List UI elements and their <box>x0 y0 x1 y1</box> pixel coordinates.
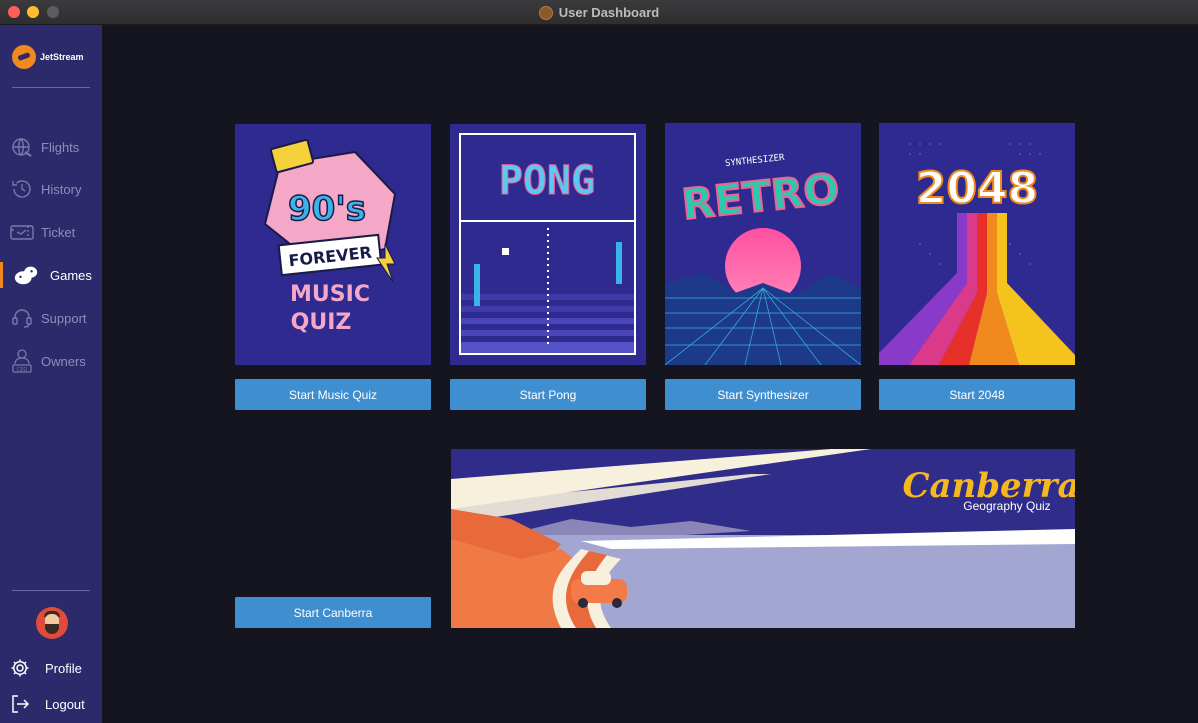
start-canberra-button[interactable]: Start Canberra <box>235 597 431 628</box>
music-quiz-card[interactable]: 90's FOREVER MUSIC QUIZ <box>235 124 431 365</box>
music-quiz-line1: MUSIC <box>290 282 370 307</box>
gamepad-icon <box>13 262 39 288</box>
sidebar-item-games[interactable]: Games <box>0 260 102 290</box>
ticket-icon <box>9 219 35 245</box>
start-music-quiz-button[interactable]: Start Music Quiz <box>235 379 431 410</box>
sidebar-item-ticket[interactable]: Ticket <box>0 217 102 247</box>
sidebar-item-flights[interactable]: Flights <box>0 132 102 162</box>
game-2048-title: 2048 <box>916 163 1038 214</box>
sidebar-item-label: Games <box>50 267 92 283</box>
sidebar: JetStream Flights History Ticket Games S… <box>0 25 102 723</box>
sidebar-divider-top <box>12 87 90 88</box>
synthesizer-card[interactable]: SYNTHESIZER RETRO <box>665 123 861 365</box>
logout-icon <box>10 694 30 714</box>
brand-name: JetStream <box>40 52 84 62</box>
game-2048-card[interactable]: 2048 <box>879 123 1075 365</box>
canberra-subtitle: Geography Quiz <box>963 499 1050 513</box>
sidebar-item-label: Owners <box>41 353 86 369</box>
logout-label: Logout <box>45 696 85 712</box>
start-2048-button[interactable]: Start 2048 <box>879 379 1075 410</box>
jetstream-logo-icon <box>12 45 36 69</box>
profile-button[interactable]: Profile <box>0 655 102 681</box>
svg-text:CEO: CEO <box>17 367 28 373</box>
sidebar-item-label: Flights <box>41 139 80 155</box>
sidebar-item-label: Support <box>41 310 87 326</box>
sidebar-item-support[interactable]: Support <box>0 303 102 333</box>
sidebar-item-owners[interactable]: CEO Owners <box>0 346 102 376</box>
gear-icon <box>10 658 30 678</box>
clock-history-icon <box>9 176 35 202</box>
sidebar-item-label: Ticket <box>41 224 76 240</box>
sidebar-item-label: History <box>41 181 82 197</box>
window-title: User Dashboard <box>558 5 660 20</box>
ceo-icon: CEO <box>9 348 35 374</box>
sidebar-item-history[interactable]: History <box>0 174 102 204</box>
user-avatar[interactable] <box>36 607 68 639</box>
app-window: User Dashboard JetStream Flights History… <box>0 0 1198 723</box>
brand-logo[interactable]: JetStream <box>12 45 84 69</box>
logout-button[interactable]: Logout <box>0 691 102 717</box>
pong-card[interactable]: PONG <box>450 124 646 365</box>
headset-icon <box>9 305 35 331</box>
sidebar-divider-bottom <box>12 590 90 591</box>
music-quiz-line2: QUIZ <box>291 310 352 335</box>
start-pong-button[interactable]: Start Pong <box>450 379 646 410</box>
active-indicator <box>0 262 3 288</box>
title-bar: User Dashboard <box>0 0 1198 25</box>
pong-title: PONG <box>499 158 595 204</box>
globe-plane-icon <box>9 134 35 160</box>
start-synthesizer-button[interactable]: Start Synthesizer <box>665 379 861 410</box>
profile-label: Profile <box>45 660 82 676</box>
music-quiz-badge-text: 90's <box>288 189 366 229</box>
app-icon <box>538 5 553 20</box>
canberra-banner[interactable]: Canberra Geography Quiz <box>451 449 1075 628</box>
